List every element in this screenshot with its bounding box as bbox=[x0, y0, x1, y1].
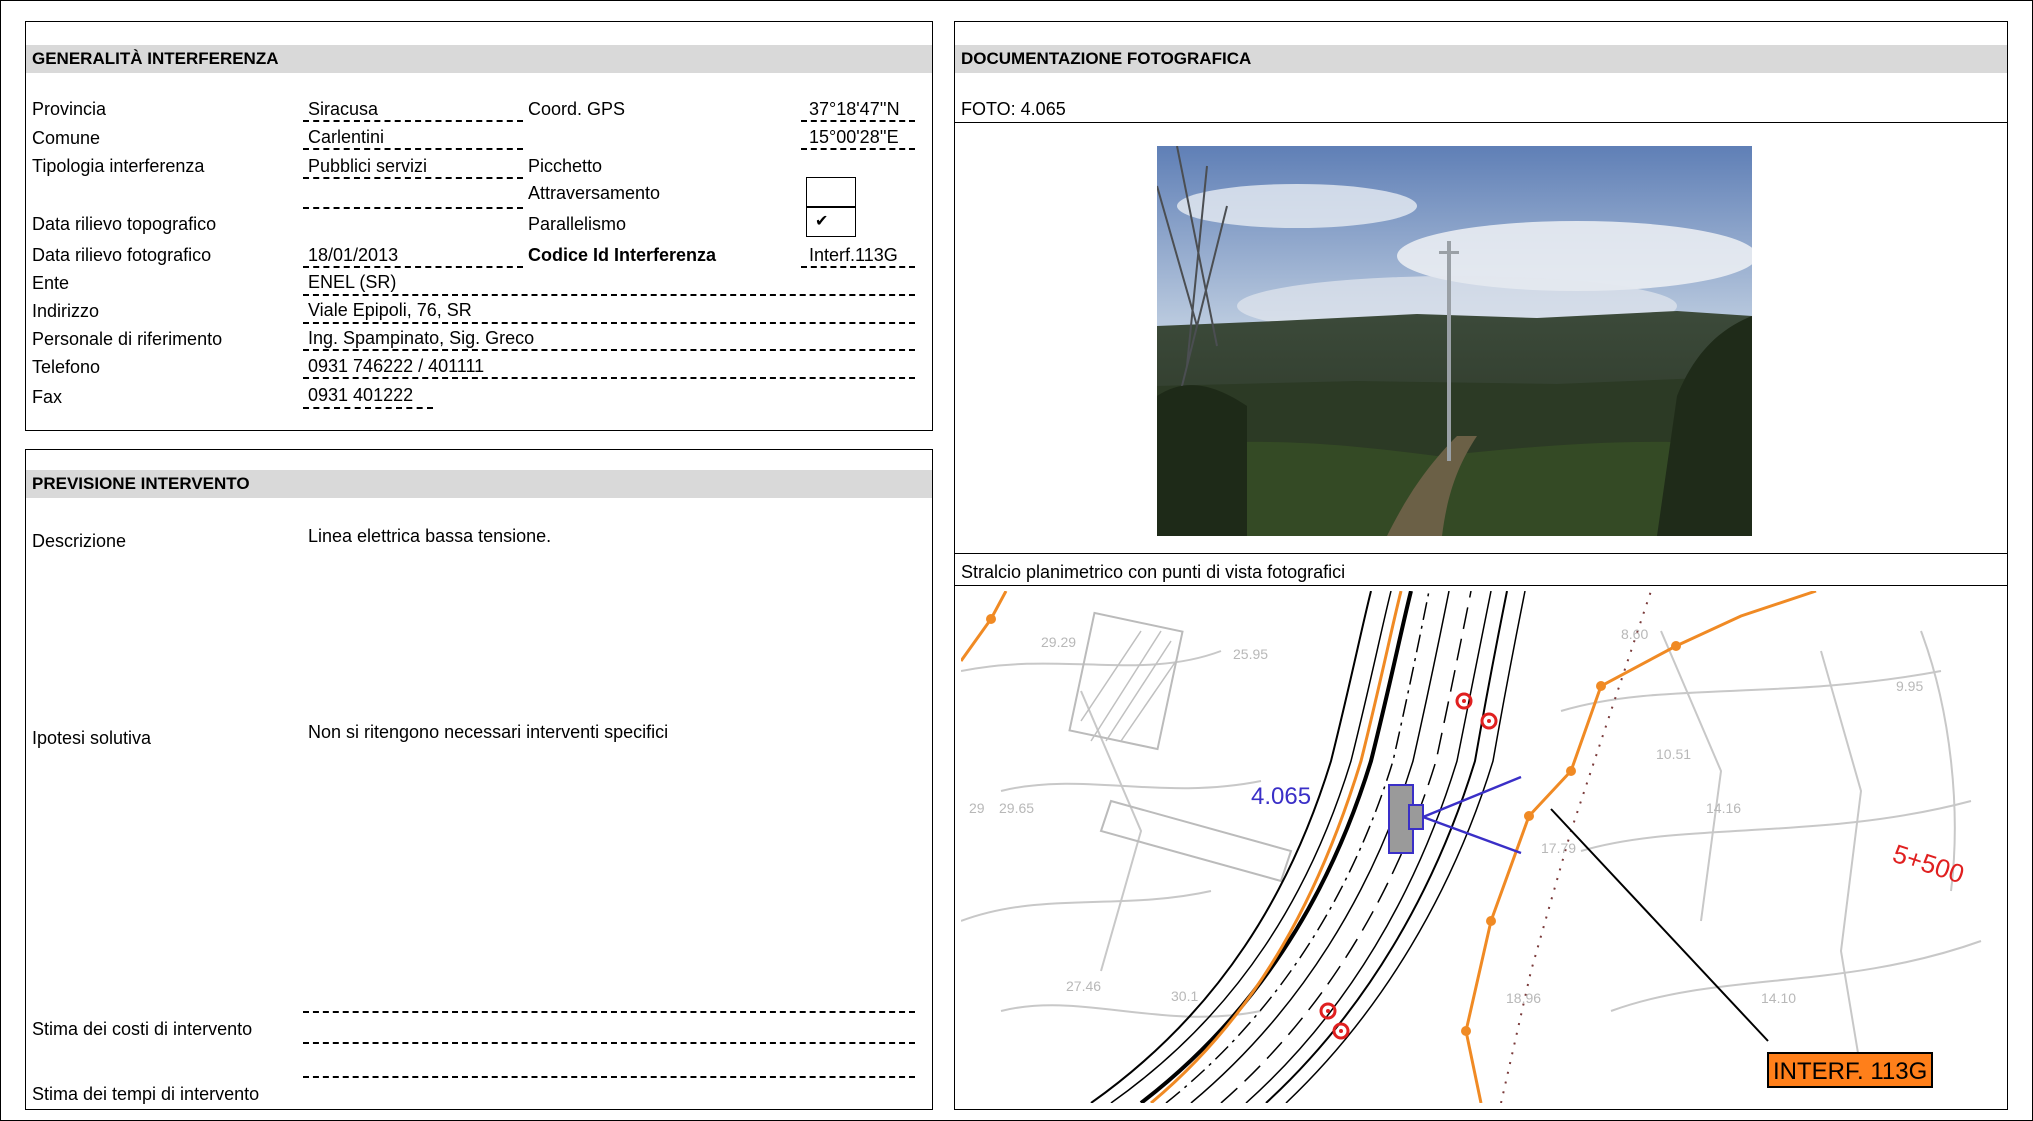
value-provincia: Siracusa bbox=[308, 99, 379, 119]
documentazione-panel: DOCUMENTAZIONE FOTOGRAFICA FOTO: 4.065 S… bbox=[954, 21, 2008, 1110]
value-ipotesi-solutiva: Non si ritengono necessari interventi sp… bbox=[308, 722, 669, 742]
value-ente: ENEL (SR) bbox=[308, 272, 397, 292]
value-latitude: 37°18'47''N bbox=[809, 99, 900, 119]
underline-tempi-1 bbox=[303, 1076, 915, 1078]
generalita-header: GENERALITÀ INTERFERENZA bbox=[26, 45, 932, 73]
value-codice-interferenza: Interf.113G bbox=[809, 245, 898, 265]
label-ipotesi-solutiva: Ipotesi solutiva bbox=[32, 728, 152, 748]
underline-latitude bbox=[801, 120, 915, 122]
label-ente: Ente bbox=[32, 273, 70, 293]
underline-costi-2 bbox=[303, 1042, 915, 1044]
underline-comune bbox=[303, 148, 523, 150]
map-elevation-7: 18.96 bbox=[1506, 990, 1541, 1006]
value-fax: 0931 401222 bbox=[308, 385, 414, 405]
label-picchetto: Picchetto bbox=[528, 156, 603, 176]
documentazione-header: DOCUMENTAZIONE FOTOGRAFICA bbox=[955, 45, 2007, 73]
value-descrizione: Linea elettrica bassa tensione. bbox=[308, 526, 552, 546]
label-data-fotografico: Data rilievo fotografico bbox=[32, 245, 212, 265]
label-coord-gps: Coord. GPS bbox=[528, 99, 626, 119]
underline-codice bbox=[801, 266, 915, 268]
underline-fax bbox=[303, 407, 433, 409]
label-stima-tempi: Stima dei tempi di intervento bbox=[32, 1084, 260, 1104]
value-telefono: 0931 746222 / 401111 bbox=[308, 356, 485, 376]
label-comune: Comune bbox=[32, 128, 101, 148]
label-tipologia: Tipologia interferenza bbox=[32, 156, 205, 176]
map-elevation-8: 17.79 bbox=[1541, 840, 1576, 856]
value-data-fotografico: 18/01/2013 bbox=[308, 245, 399, 265]
underline-personale bbox=[303, 349, 915, 351]
label-attraversamento: Attraversamento bbox=[528, 183, 661, 203]
label-parallelismo: Parallelismo bbox=[528, 214, 627, 234]
map-elevation-3: 29 bbox=[969, 800, 985, 816]
label-personale: Personale di riferimento bbox=[32, 329, 223, 349]
map-elevation-13: 8.60 bbox=[1621, 626, 1648, 642]
previsione-header: PREVISIONE INTERVENTO bbox=[26, 470, 932, 498]
map-elevation-1: 29.29 bbox=[1041, 634, 1076, 650]
underline-longitude bbox=[801, 148, 915, 150]
underline-ente bbox=[303, 294, 915, 296]
separator-photo-bottom bbox=[955, 553, 2007, 554]
map-elevation-6: 30.1 bbox=[1171, 988, 1198, 1004]
previsione-panel: PREVISIONE INTERVENTO Descrizione Linea … bbox=[25, 449, 933, 1110]
map-elevation-4: 29.65 bbox=[999, 800, 1034, 816]
checkbox-parallelismo[interactable]: ✔ bbox=[806, 207, 856, 237]
label-descrizione: Descrizione bbox=[32, 531, 127, 551]
underline-indirizzo bbox=[303, 322, 915, 324]
underline-provincia bbox=[303, 120, 523, 122]
underline-tipologia bbox=[303, 177, 523, 179]
label-data-topografico: Data rilievo topografico bbox=[32, 214, 217, 234]
photo-drawing bbox=[1157, 146, 1752, 536]
map-photo-point-label: 4.065 bbox=[1251, 783, 1311, 810]
label-stima-costi: Stima dei costi di intervento bbox=[32, 1019, 253, 1039]
map-elevation-10: 14.10 bbox=[1761, 990, 1796, 1006]
site-map: 4.065 5+500 29.29 25.95 29 29.65 27.46 3… bbox=[961, 591, 1991, 1103]
underline-data-topografico bbox=[303, 207, 523, 209]
value-longitude: 15°00'28''E bbox=[809, 127, 899, 147]
underline-telefono bbox=[303, 377, 915, 379]
map-interference-tag: INTERF. 113G bbox=[1773, 1058, 1927, 1085]
map-elevation-11: 9.95 bbox=[1896, 678, 1923, 694]
map-elevation-5: 27.46 bbox=[1066, 978, 1101, 994]
value-tipologia: Pubblici servizi bbox=[308, 156, 428, 176]
label-telefono: Telefono bbox=[32, 357, 101, 377]
value-indirizzo: Viale Epipoli, 76, SR bbox=[308, 300, 472, 320]
label-codice-interferenza: Codice Id Interferenza bbox=[528, 245, 717, 265]
separator-photo-top bbox=[955, 122, 2007, 123]
value-personale: Ing. Spampinato, Sig. Greco bbox=[308, 328, 535, 348]
stralcio-label: Stralcio planimetrico con punti di vista… bbox=[961, 562, 1346, 582]
map-drawing: 4.065 5+500 29.29 25.95 29 29.65 27.46 3… bbox=[961, 591, 1991, 1103]
separator-map-top bbox=[955, 585, 2007, 586]
generalita-panel: GENERALITÀ INTERFERENZA Provincia Comune… bbox=[25, 21, 933, 431]
map-elevation-2: 25.95 bbox=[1233, 646, 1268, 662]
underline-data-fotografico bbox=[303, 266, 523, 268]
label-fax: Fax bbox=[32, 387, 63, 407]
underline-costi-1 bbox=[303, 1011, 915, 1013]
foto-label: FOTO: 4.065 bbox=[961, 99, 1066, 119]
label-indirizzo: Indirizzo bbox=[32, 301, 100, 321]
map-elevation-12: 10.51 bbox=[1656, 746, 1691, 762]
label-provincia: Provincia bbox=[32, 99, 107, 119]
value-comune: Carlentini bbox=[308, 127, 385, 147]
checkbox-attraversamento[interactable] bbox=[806, 177, 856, 207]
map-elevation-9: 14.16 bbox=[1706, 800, 1741, 816]
site-photograph bbox=[1157, 146, 1752, 536]
